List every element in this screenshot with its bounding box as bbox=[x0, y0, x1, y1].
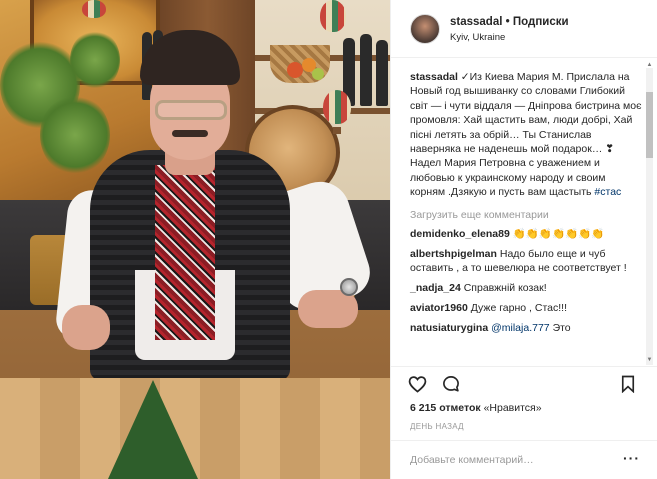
more-options-icon[interactable]: ··· bbox=[623, 451, 640, 465]
comment-icon[interactable] bbox=[442, 375, 460, 393]
fruit bbox=[287, 62, 303, 78]
comment-mention[interactable]: @milaja.777 bbox=[491, 322, 550, 334]
comment-text: Дуже гарно , Стас!!! bbox=[470, 301, 567, 314]
plant bbox=[70, 30, 120, 90]
comment-text: Это bbox=[552, 321, 571, 334]
balloon-decoration bbox=[320, 0, 346, 32]
header-user-line: stassadal • Подписки bbox=[450, 16, 569, 28]
balloon-decoration bbox=[82, 0, 106, 18]
action-bar bbox=[391, 366, 657, 400]
wristwatch bbox=[340, 278, 358, 296]
fruit bbox=[312, 68, 324, 80]
comments-list[interactable]: stassadal ✓Из Киева Мария М. Прислала на… bbox=[391, 58, 657, 366]
scroll-down-arrow-icon[interactable]: ▼ bbox=[646, 357, 653, 363]
bookmark-icon-svg bbox=[621, 375, 635, 394]
comment-username[interactable]: demidenko_elena89 bbox=[410, 228, 510, 240]
small-christmas-tree bbox=[108, 380, 198, 479]
embroidered-shirt bbox=[155, 165, 215, 340]
comment-text: 👏👏👏👏👏👏👏 bbox=[512, 227, 605, 240]
comment-icon-svg bbox=[443, 376, 459, 392]
hashtag-link[interactable]: #стас bbox=[594, 186, 621, 198]
comment-username[interactable]: albertshpigelman bbox=[410, 248, 497, 260]
comment-item: _nadja_24 Справжній козак! bbox=[410, 281, 642, 295]
mustache bbox=[172, 130, 208, 137]
wine-bottle bbox=[376, 40, 388, 106]
post-timestamp[interactable]: ДЕНЬ НАЗАД bbox=[410, 422, 464, 431]
comment-username[interactable]: natusiaturygina bbox=[410, 322, 488, 334]
header-username[interactable]: stassadal bbox=[450, 16, 502, 28]
load-more-comments-button[interactable]: Загрузить еще комментарии bbox=[410, 209, 642, 221]
avatar[interactable] bbox=[410, 14, 440, 44]
heart-icon-svg bbox=[408, 376, 427, 393]
post-caption: stassadal ✓Из Киева Мария М. Прислала на… bbox=[410, 70, 642, 200]
comment-item: demidenko_elena89 👏👏👏👏👏👏👏 bbox=[410, 227, 642, 241]
wine-bottle bbox=[360, 34, 372, 106]
likes-label: «Нравится» bbox=[483, 402, 542, 414]
plant bbox=[40, 95, 110, 175]
glasses bbox=[155, 100, 227, 120]
comment-username[interactable]: _nadja_24 bbox=[410, 282, 461, 294]
heart-icon[interactable] bbox=[408, 375, 427, 393]
bookmark-icon[interactable] bbox=[620, 375, 638, 394]
post-header: stassadal • Подписки Kyiv, Ukraine bbox=[391, 0, 657, 58]
comment-item: albertshpigelman Надо было еще и чуб ост… bbox=[410, 247, 642, 275]
instagram-post: stassadal • Подписки Kyiv, Ukraine stass… bbox=[0, 0, 657, 479]
comment-text: Справжній козак! bbox=[463, 281, 547, 294]
post-photo[interactable] bbox=[0, 0, 390, 479]
comment-item: aviator1960 Дуже гарно , Стас!!! bbox=[410, 301, 642, 315]
caption-text: ✓Из Киева Мария М. Прислала на Новый год… bbox=[410, 71, 642, 199]
follow-status-button[interactable]: Подписки bbox=[513, 16, 569, 28]
comment-username[interactable]: aviator1960 bbox=[410, 302, 468, 314]
comment-input[interactable] bbox=[410, 452, 620, 468]
header-separator: • bbox=[505, 16, 510, 28]
balloon-basket bbox=[333, 127, 341, 134]
balloon-decoration bbox=[323, 90, 351, 124]
add-comment-bar: ··· bbox=[391, 440, 657, 479]
comment-item: natusiaturygina @milaja.777 Это bbox=[410, 321, 642, 335]
location-link[interactable]: Kyiv, Ukraine bbox=[450, 32, 505, 43]
hand bbox=[62, 305, 110, 350]
scrollbar-thumb[interactable] bbox=[646, 92, 653, 158]
likes-number: 6 215 отметок bbox=[410, 402, 481, 414]
post-sidebar: stassadal • Подписки Kyiv, Ukraine stass… bbox=[390, 0, 657, 479]
likes-count[interactable]: 6 215 отметок «Нравится» bbox=[410, 402, 542, 414]
caption-username[interactable]: stassadal bbox=[410, 71, 458, 83]
comments-scrollbar[interactable] bbox=[646, 68, 653, 365]
